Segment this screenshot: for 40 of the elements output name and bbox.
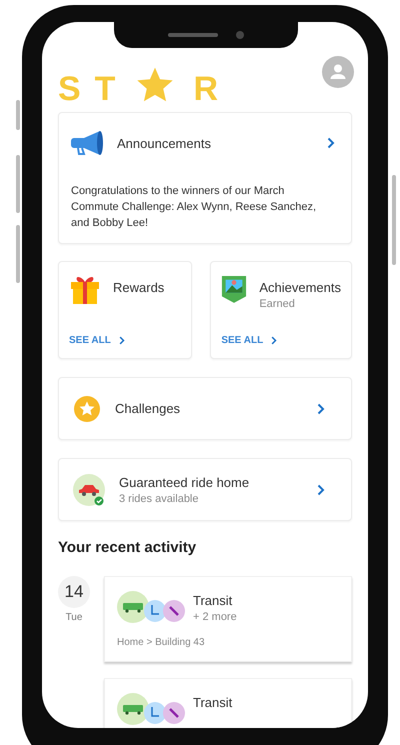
announcement-card[interactable]: Announcements Congratulations to the winners of our March Commute Challenge: Alex Wynn, Reese Sanchez, and Bobby Lee! xyxy=(58,112,352,244)
date-day: 14 xyxy=(58,576,90,608)
date-weekday: Tue xyxy=(66,612,82,623)
card-subtitle: Earned xyxy=(259,298,296,310)
megaphone-icon xyxy=(71,131,105,155)
activity-more: + 2 more xyxy=(193,611,237,623)
activity-card[interactable]: Transit xyxy=(104,678,352,728)
gift-icon xyxy=(69,274,101,306)
star-badge-icon xyxy=(73,394,101,422)
logo-text: R xyxy=(193,72,232,106)
card-subtitle: 3 rides available xyxy=(119,492,200,504)
card-title: Challenges xyxy=(115,401,182,416)
chevron-icon xyxy=(118,336,125,345)
activity-title: Transit xyxy=(193,593,234,608)
activity-title: Transit xyxy=(193,695,232,710)
card-title: Rewards xyxy=(113,280,164,295)
chevron-icon xyxy=(317,484,325,496)
see-all-link[interactable]: SEE ALL xyxy=(69,335,125,350)
see-all-link[interactable]: SEE ALL xyxy=(221,335,278,350)
car-icon xyxy=(73,474,105,506)
activity-route: Home > Building 43 xyxy=(117,637,206,648)
section-heading: Your recent activity xyxy=(58,539,198,556)
chevron-icon xyxy=(317,402,325,414)
feature-card[interactable]: Achievements Earned SEE ALL xyxy=(210,261,352,359)
card-title: Achievements xyxy=(259,280,341,295)
logo-text: ST xyxy=(58,72,130,106)
transport-modes-icon xyxy=(117,693,187,725)
activity-card[interactable]: Transit + 2 more Home > Building 43 xyxy=(104,576,352,662)
chevron-icon xyxy=(327,137,335,149)
chevron-icon xyxy=(271,336,278,345)
avatar-icon[interactable] xyxy=(322,56,354,88)
transport-modes-icon xyxy=(117,591,187,623)
star-icon xyxy=(135,66,176,104)
card-title: Guaranteed ride home xyxy=(119,474,250,490)
list-card[interactable]: Challenges xyxy=(58,377,352,440)
badge-icon xyxy=(221,274,248,304)
announcement-text: Congratulations to the winners of our March Commute Challenge: Alex Wynn, Reese Sanchez, and Bobby Lee! xyxy=(71,184,318,231)
list-card[interactable]: Guaranteed ride home 3 rides available xyxy=(58,458,352,521)
feature-card[interactable]: Rewards SEE ALL xyxy=(58,261,192,359)
card-title: Announcements xyxy=(117,136,212,150)
